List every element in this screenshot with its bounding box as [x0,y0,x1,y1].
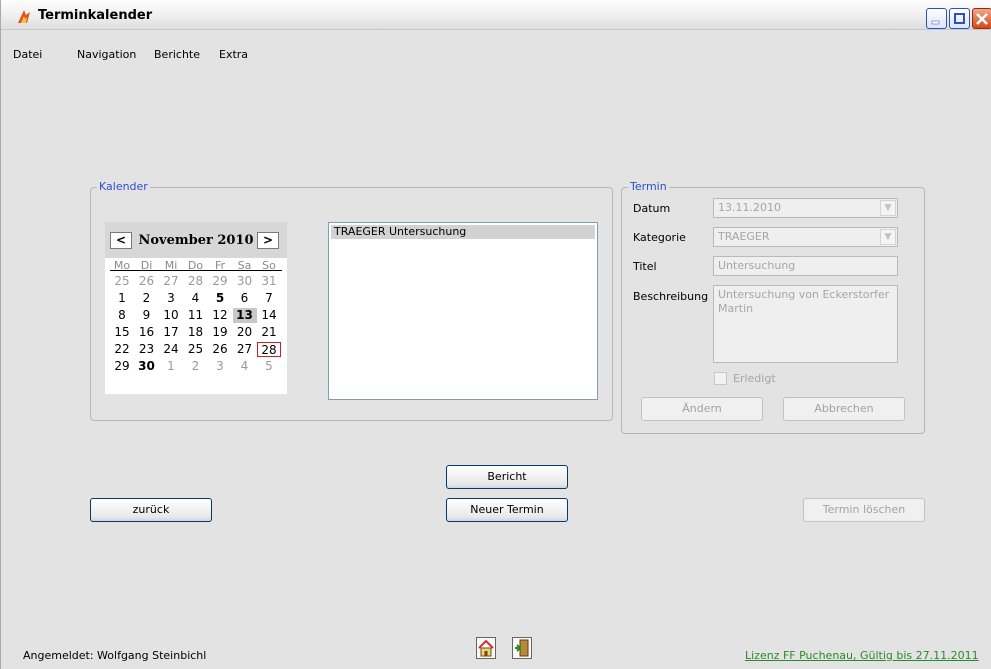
chevron-right-icon: > [262,233,274,247]
calendar-day[interactable]: 26 [208,342,232,357]
calendar-day[interactable]: 15 [110,325,134,340]
kategorie-value: TRAEGER [718,230,770,243]
calendar-day[interactable]: 22 [110,342,134,357]
calendar-day[interactable]: 13 [232,308,257,323]
weekday-label: Sa [237,259,252,272]
kategorie-label: Kategorie [633,231,686,244]
application-window: Terminkalender Datei Navigation Berichte… [0,0,991,669]
minimize-icon [931,20,940,25]
titel-label: Titel [633,260,657,273]
calendar-day[interactable]: 28 [257,342,281,357]
window-title: Terminkalender [38,8,153,23]
titel-field[interactable]: Untersuchung [713,256,898,276]
calendar-day[interactable]: 3 [208,359,232,374]
abbrechen-button[interactable]: Abbrechen [783,397,905,421]
calendar-day[interactable]: 26 [135,274,159,289]
weekday-label: Di [140,259,153,272]
calendar-day[interactable]: 29 [208,274,232,289]
datum-value: 13.11.2010 [718,201,781,214]
menu-berichte[interactable]: Berichte [154,48,200,61]
calendar-day[interactable]: 25 [110,274,134,289]
calendar-day[interactable]: 30 [233,274,257,289]
calendar-day[interactable]: 1 [159,359,183,374]
calendar-day[interactable]: 14 [257,308,281,323]
calendar-day[interactable]: 27 [159,274,183,289]
calendar-day[interactable]: 28 [184,274,208,289]
appointment-list-item[interactable]: TRAEGER Untersuchung [331,225,595,239]
calendar-day[interactable]: 2 [135,291,159,306]
maximize-icon [954,13,965,24]
calendar-day[interactable]: 18 [184,325,208,340]
next-month-button[interactable]: > [257,232,279,249]
minimize-button[interactable] [926,8,947,29]
calendar-day[interactable]: 8 [110,308,134,323]
weekday-header: Mo Di Mi Do Fr Sa So [110,259,282,272]
chevron-down-icon: ▼ [880,200,896,216]
calendar-day[interactable]: 9 [135,308,159,323]
calendar-day[interactable]: 19 [208,325,232,340]
calendar-day[interactable]: 17 [159,325,183,340]
maximize-button[interactable] [949,8,970,29]
termin-loeschen-button[interactable]: Termin löschen [803,498,925,522]
home-button[interactable] [476,637,496,659]
erledigt-label: Erledigt [733,372,776,385]
calendar-day[interactable]: 4 [184,291,208,306]
calendar-header: < November 2010 > [105,222,287,258]
calendar-day[interactable]: 2 [184,359,208,374]
calendar-day[interactable]: 7 [257,291,281,306]
calendar-day[interactable]: 23 [135,342,159,357]
weekday-label: So [262,259,276,272]
neuer-termin-button[interactable]: Neuer Termin [446,498,568,522]
calendar-day[interactable]: 5 [208,291,232,306]
calendar-day[interactable]: 21 [257,325,281,340]
kategorie-dropdown[interactable]: TRAEGER ▼ [713,227,898,247]
chevron-down-icon: ▼ [880,229,896,245]
weekday-label: Mi [164,259,178,272]
logged-in-user: Angemeldet: Wolfgang Steinbichl [23,649,207,662]
calendar-day[interactable]: 1 [110,291,134,306]
weekday-label: Mo [113,259,131,272]
weekday-label: Do [187,259,204,272]
bericht-button[interactable]: Bericht [446,465,568,489]
exit-door-icon [515,639,529,657]
menu-navigation[interactable]: Navigation [77,48,136,61]
calendar-day[interactable]: 20 [233,325,257,340]
title-bar: Terminkalender [1,0,991,30]
datum-label: Datum [633,202,671,215]
aendern-button[interactable]: Ändern [641,397,763,421]
erledigt-checkbox[interactable] [714,372,727,385]
close-icon [976,13,988,25]
menu-bar [1,31,991,51]
calendar-day[interactable]: 5 [257,359,281,374]
calendar-day[interactable]: 31 [257,274,281,289]
calendar-day[interactable]: 16 [135,325,159,340]
calendar-day[interactable]: 11 [184,308,208,323]
calendar-day[interactable]: 12 [208,308,232,323]
appointment-list[interactable]: TRAEGER Untersuchung [328,222,598,400]
calendar-day[interactable]: 29 [110,359,134,374]
zurueck-button[interactable]: zurück [90,498,212,522]
calendar-day[interactable]: 30 [135,359,159,374]
beschreibung-label: Beschreibung [633,290,709,303]
calendar-day[interactable]: 6 [233,291,257,306]
calendar-day[interactable]: 4 [233,359,257,374]
month-calendar: < November 2010 > Mo Di Mi Do Fr Sa So 25 26 27 2… [105,222,287,394]
app-flame-icon [18,10,30,23]
close-button[interactable] [972,8,991,29]
calendar-day[interactable]: 10 [159,308,183,323]
calendar-day[interactable]: 27 [233,342,257,357]
exit-button[interactable] [512,637,532,659]
calendar-day[interactable]: 25 [184,342,208,357]
beschreibung-field[interactable]: Untersuchung von Eckerstorfer Martin [713,285,898,363]
weekday-label: Fr [214,259,226,272]
termin-legend: Termin [628,180,669,194]
kalender-legend: Kalender [97,180,150,194]
license-link[interactable]: Lizenz FF Puchenau, Gültig bis 27.11.201… [745,649,979,662]
calendar-day[interactable]: 24 [159,342,183,357]
menu-datei[interactable]: Datei [13,48,42,61]
calendar-day[interactable]: 3 [159,291,183,306]
home-icon [478,639,494,657]
menu-extra[interactable]: Extra [219,48,248,61]
datum-dropdown[interactable]: 13.11.2010 ▼ [713,198,898,218]
